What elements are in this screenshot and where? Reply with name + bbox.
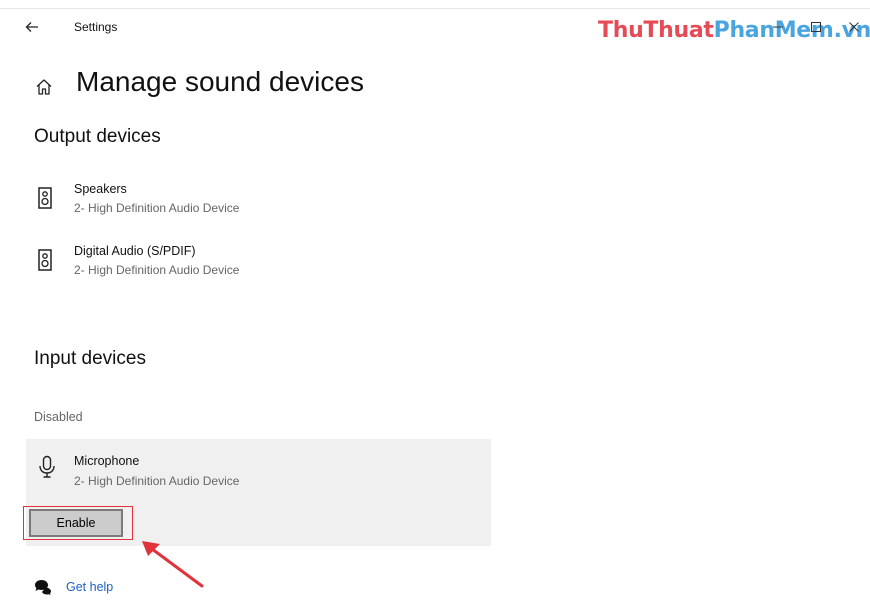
device-name: Speakers xyxy=(74,182,127,196)
home-icon[interactable] xyxy=(34,77,54,97)
device-description: 2- High Definition Audio Device xyxy=(74,201,240,215)
get-help-label[interactable]: Get help xyxy=(66,580,113,594)
device-description: 2- High Definition Audio Device xyxy=(74,474,240,488)
output-devices-heading: Output devices xyxy=(34,126,161,147)
disabled-label: Disabled xyxy=(34,410,83,424)
minimize-icon[interactable] xyxy=(770,19,786,35)
device-name: Microphone xyxy=(74,454,140,468)
get-help-link[interactable]: Get help xyxy=(34,577,113,597)
input-devices-heading: Input devices xyxy=(34,348,146,369)
maximize-icon[interactable] xyxy=(808,19,824,35)
speaker-icon xyxy=(34,186,56,210)
device-description: 2- High Definition Audio Device xyxy=(74,263,240,277)
page-title: Manage sound devices xyxy=(76,66,364,97)
annotation-arrow xyxy=(138,538,208,590)
enable-button[interactable]: Enable xyxy=(29,509,123,537)
output-device-speakers[interactable]: Speakers 2- High Definition Audio Device xyxy=(34,182,434,222)
title-bar: Settings ThuThuatPhanMem.vn xyxy=(0,9,870,45)
microphone-icon xyxy=(38,455,56,479)
speaker-icon xyxy=(34,248,56,272)
close-icon[interactable] xyxy=(846,19,862,35)
help-chat-icon xyxy=(34,579,52,595)
device-name: Digital Audio (S/PDIF) xyxy=(74,244,196,258)
output-device-digital-audio[interactable]: Digital Audio (S/PDIF) 2- High Definitio… xyxy=(34,244,434,284)
back-arrow-icon[interactable] xyxy=(24,19,44,39)
app-title: Settings xyxy=(74,20,118,34)
window-controls xyxy=(770,19,862,35)
window-top-border xyxy=(0,0,870,9)
